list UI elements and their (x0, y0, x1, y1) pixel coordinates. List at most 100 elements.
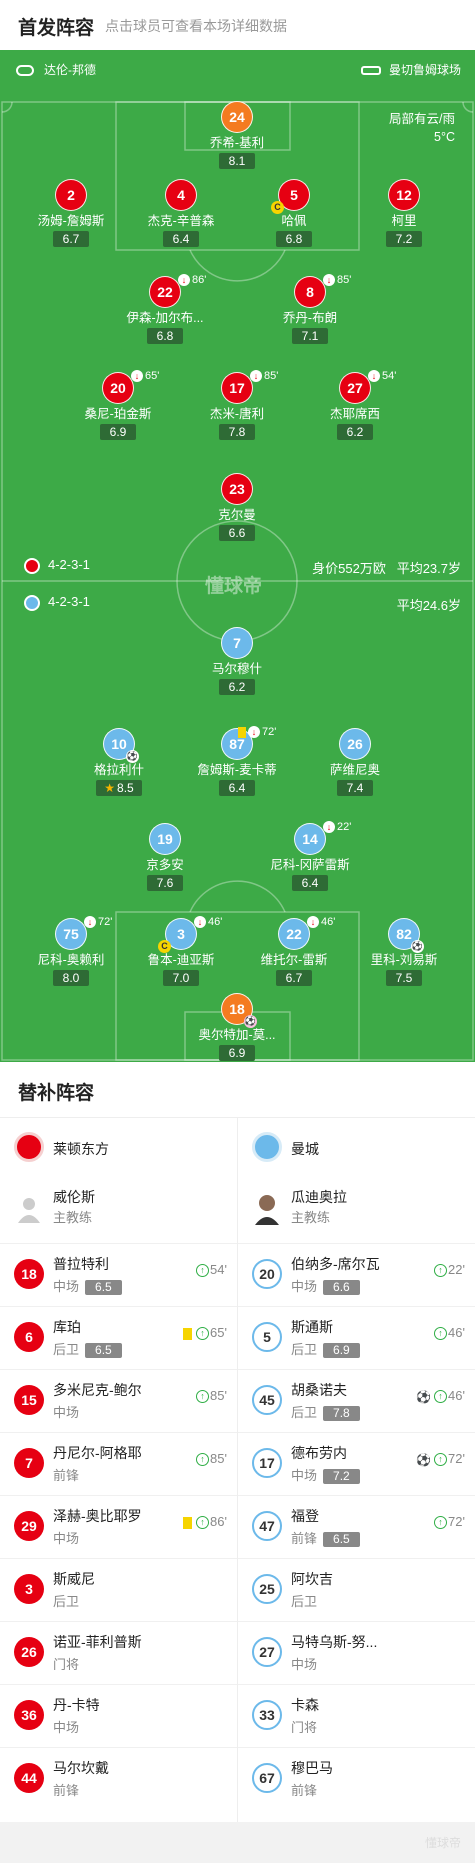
player-home-17[interactable]: 17 ↓ 85' 杰米-唐利 7.8 (182, 370, 292, 441)
player-name: 奥尔特加-莫... (198, 1028, 276, 1042)
bench-row[interactable]: 17 德布劳内 中场 7.2 ⚽ ↑ 72' (238, 1432, 475, 1495)
bench-number: 45 (252, 1385, 282, 1415)
player-number: 23 (221, 473, 253, 505)
bench-name: 福登 (291, 1508, 319, 1524)
sub-off-icon: ↓ (84, 916, 96, 929)
bench-position-line: 后卫 7.8 (291, 1402, 360, 1421)
player-home-8[interactable]: 8 ↓ 85' 乔丹-布朗 7.1 (255, 274, 365, 345)
sub-off-event: ↓ 46' (194, 916, 222, 929)
player-name: 尼科-冈萨雷斯 (270, 858, 350, 872)
sub-off-icon: ↓ (131, 370, 143, 383)
man-city-logo-icon (252, 1132, 282, 1162)
player-number: 8 (294, 276, 326, 308)
player-away-82[interactable]: 82 ⚽ 里科-刘易斯 7.5 (349, 918, 459, 987)
player-number: 27 (339, 372, 371, 404)
sub-in-event: ↑ 54' (196, 1262, 227, 1278)
bench-position: 中场 (53, 1405, 80, 1420)
bench-position: 前锋 (53, 1783, 80, 1798)
sub-off-icon: ↓ (307, 916, 319, 929)
stadium-icon (360, 66, 381, 76)
bench-row[interactable]: 29 泽赫-奥比耶罗 中场 ↑ 86' (0, 1495, 237, 1558)
man-city-logo-icon (24, 594, 40, 611)
sub-off-event: ↓ 72' (84, 916, 112, 929)
bench-row[interactable]: 18 普拉特利 中场 6.5 ↑ 54' (0, 1243, 237, 1306)
bench-number: 3 (14, 1574, 44, 1604)
player-home-22[interactable]: 22 ↓ 86' 伊森-加尔布... 6.8 (110, 274, 220, 345)
player-away-14[interactable]: 14 ↓ 22' 尼科-冈萨雷斯 6.4 (255, 821, 365, 892)
player-home-5[interactable]: 5C 哈佩 6.8 (239, 179, 349, 248)
player-name: 杰耶席西 (329, 407, 380, 421)
player-home-24[interactable]: 24 乔希-基利 8.1 (182, 101, 292, 170)
player-name: 桑尼-珀金斯 (84, 407, 152, 421)
player-rating: 6.7 (53, 231, 89, 247)
sub-in-icon: ↑ (196, 1264, 210, 1278)
player-rating: 8.0 (53, 970, 89, 986)
bench-row[interactable]: 5 斯通斯 后卫 6.9 ↑ 46' (238, 1306, 475, 1369)
player-away-26[interactable]: 26 萨维尼奥 7.4 (300, 728, 410, 797)
player-name: 鲁本-迪亚斯 (147, 953, 215, 967)
player-number: 22 (278, 918, 310, 950)
bench-position: 中场 (291, 1468, 318, 1483)
bench-position: 中场 (291, 1279, 318, 1294)
bench-row[interactable]: 36 丹-卡特 中场 (0, 1684, 237, 1747)
bench-row[interactable]: 44 马尔坎戴 前锋 (0, 1747, 237, 1810)
bench-row[interactable]: 45 胡桑诺夫 后卫 7.8 ⚽ ↑ 46' (238, 1369, 475, 1432)
player-number: 10 ⚽ (103, 728, 139, 763)
bench-row[interactable]: 25 阿坎吉 后卫 (238, 1558, 475, 1621)
bench-row[interactable]: 3 斯威尼 后卫 (0, 1558, 237, 1621)
number-text: 82 (396, 926, 412, 942)
sub-in-event: ↑ 22' (434, 1262, 465, 1278)
coach-role: 主教练 (53, 1210, 93, 1225)
player-name: 马尔穆什 (211, 662, 262, 676)
away-coach[interactable]: 瓜迪奥拉 主教练 (238, 1175, 475, 1243)
player-away-19[interactable]: 19 京多安 7.6 (110, 823, 220, 892)
player-away-87[interactable]: 87 ↓ 72' 詹姆斯-麦卡蒂 6.4 (182, 726, 292, 797)
bench-row[interactable]: 15 多米尼克-鲍尔 中场 ↑ 85' (0, 1369, 237, 1432)
player-name: 詹姆斯-麦卡蒂 (197, 763, 277, 777)
bench-row[interactable]: 20 伯纳多-席尔瓦 中场 6.6 ↑ 22' (238, 1243, 475, 1306)
player-home-20[interactable]: 20 ↓ 65' 桑尼-珀金斯 6.9 (63, 370, 173, 441)
player-away-10[interactable]: 10 ⚽ 格拉利什 ★ 8.5 (64, 728, 174, 797)
sub-off-event: ↓ 46' (307, 916, 335, 929)
home-team-info: 达伦-邦德 (16, 61, 96, 78)
player-away-3[interactable]: 3C ↓ 46' 鲁本-迪亚斯 7.0 (126, 916, 236, 987)
player-away-22[interactable]: 22 ↓ 46' 维托尔-雷斯 6.7 (239, 916, 349, 987)
player-home-4[interactable]: 4 杰克-辛普森 6.4 (126, 179, 236, 248)
lineup-page: { "header": {"title": "首发阵容", "subtitle"… (0, 0, 475, 1863)
player-home-27[interactable]: 27 ↓ 54' 杰耶席西 6.2 (300, 370, 410, 441)
number-text: 18 (229, 1001, 245, 1017)
bench-row[interactable]: 67 穆巴马 前锋 (238, 1747, 475, 1810)
home-avg-age: 平均23.7岁 (396, 561, 461, 576)
lineup-title: 首发阵容 (18, 18, 95, 39)
player-name: 杰克-辛普森 (147, 214, 215, 228)
bench-position: 门将 (291, 1720, 318, 1735)
player-name: 格拉利什 (93, 763, 144, 777)
bench-row[interactable]: 33 卡森 门将 (238, 1684, 475, 1747)
bench-row[interactable]: 6 库珀 后卫 6.5 ↑ 65' (0, 1306, 237, 1369)
player-away-7[interactable]: 7 马尔穆什 6.2 (182, 627, 292, 696)
sub-minute: 85' (210, 1451, 227, 1466)
player-home-2[interactable]: 2 汤姆-詹姆斯 6.7 (16, 179, 126, 248)
footer-watermark: 懂球帝 (424, 1836, 461, 1850)
bench-name: 库珀 (53, 1319, 81, 1335)
venue-name: 曼切鲁姆球场 (388, 63, 461, 77)
bench-row[interactable]: 26 诺亚-菲利普斯 门将 (0, 1621, 237, 1684)
player-name: 杰米-唐利 (209, 407, 265, 421)
player-away-18[interactable]: 18 ⚽ 奥尔特加-莫... 6.9 (182, 993, 292, 1062)
player-rating: 6.8 (276, 231, 312, 247)
coach-name: 瓜迪奥拉 (291, 1189, 347, 1205)
home-formation: 4-2-3-1 (48, 557, 90, 572)
bench-row[interactable]: 27 马特乌斯-努... 中场 (238, 1621, 475, 1684)
player-home-12[interactable]: 12 柯里 7.2 (349, 179, 459, 248)
player-number: 20 (102, 372, 134, 404)
player-away-75[interactable]: 75 ↓ 72' 尼科-奥赖利 8.0 (16, 916, 126, 987)
bench-name: 丹-卡特 (53, 1697, 100, 1713)
number-text: 5 (290, 187, 298, 203)
bench-row[interactable]: 7 丹尼尔-阿格耶 前锋 ↑ 85' (0, 1432, 237, 1495)
player-number: 82 ⚽ (388, 918, 424, 953)
player-home-23[interactable]: 23 克尔曼 6.6 (182, 473, 292, 542)
bench-name: 穆巴马 (291, 1760, 333, 1776)
home-coach[interactable]: 威伦斯 主教练 (0, 1175, 237, 1243)
bench-row[interactable]: 47 福登 前锋 6.5 ↑ 72' (238, 1495, 475, 1558)
player-number: 3C (158, 918, 197, 953)
